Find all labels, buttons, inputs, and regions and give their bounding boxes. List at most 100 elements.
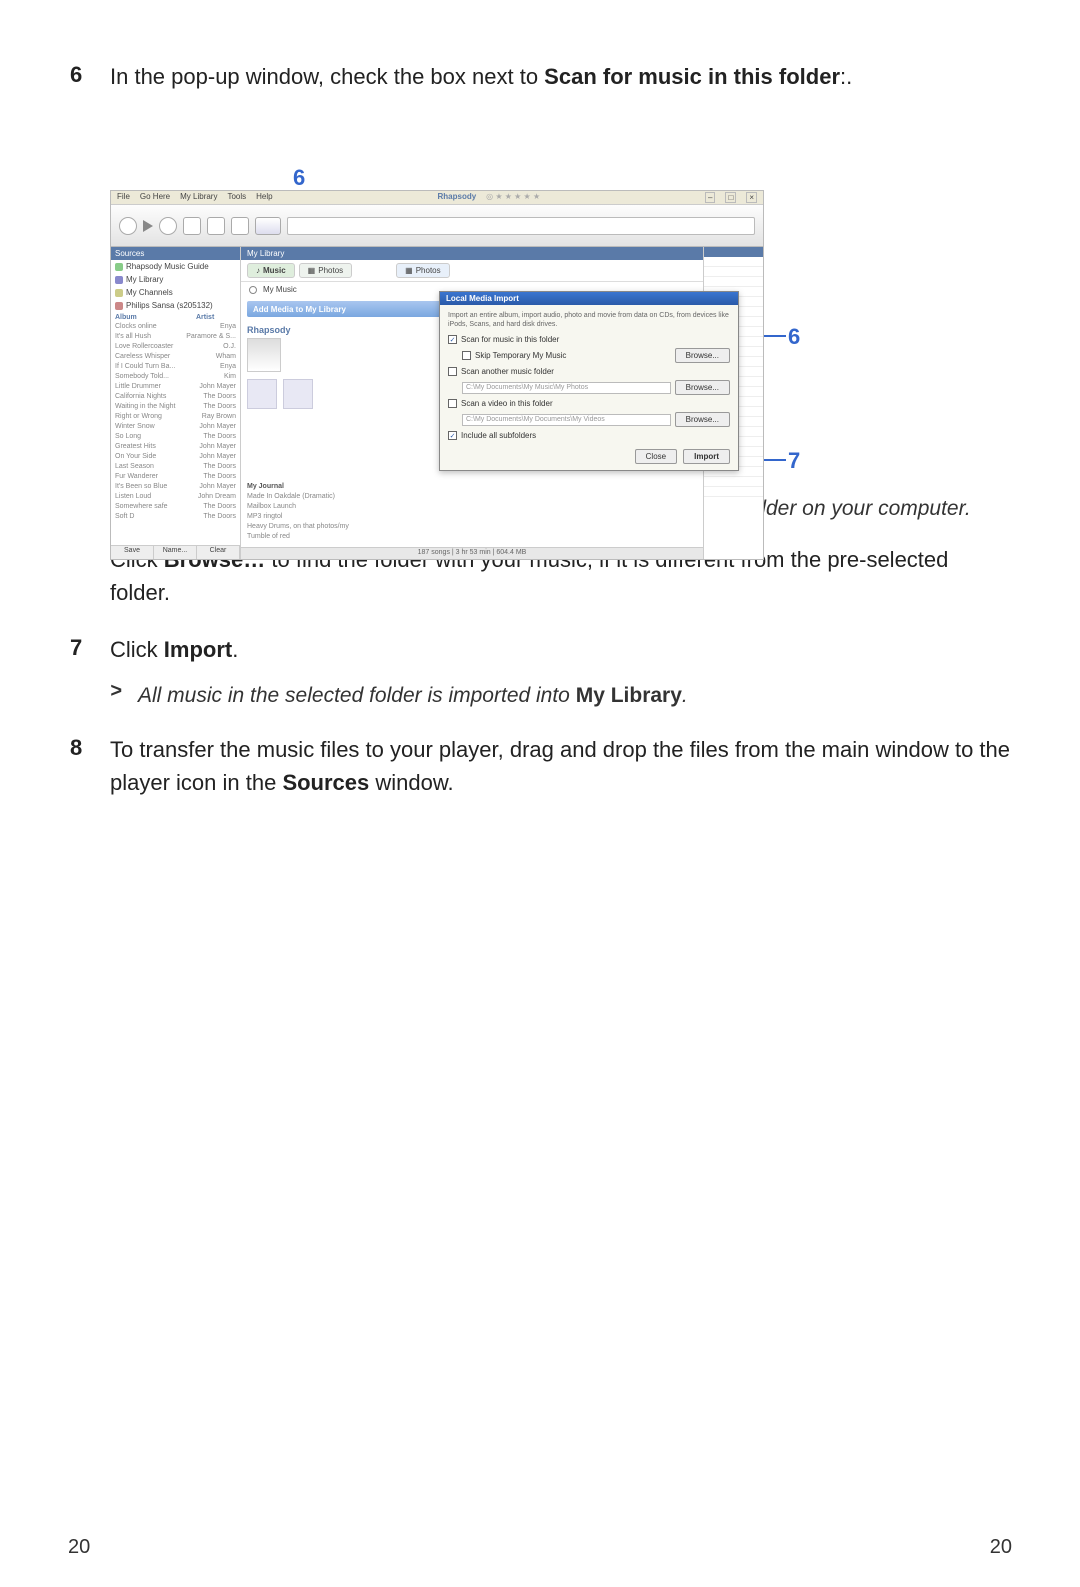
path-input-3[interactable]: C:\My Documents\My Documents\My Videos [462, 414, 671, 426]
menu-help[interactable]: Help [256, 192, 272, 203]
step8-bold: Sources [282, 770, 369, 795]
sub7a-post: . [682, 684, 688, 707]
toolbar [111, 205, 763, 247]
play-button[interactable] [143, 220, 153, 232]
next-button[interactable] [159, 217, 177, 235]
sub6a-post: folder on your computer. [738, 497, 971, 520]
photos-icon-2: ▦ [405, 266, 413, 275]
menu-file[interactable]: File [117, 192, 130, 203]
browse-button-3[interactable]: Browse... [675, 412, 730, 427]
radio-icon[interactable] [249, 286, 257, 294]
sub7a-pre: All music in the selected folder is impo… [138, 684, 576, 707]
step7-pre: Click [110, 637, 164, 662]
step8-post: window. [369, 770, 453, 795]
step7-post: . [232, 637, 238, 662]
opt1-label: Scan for music in this folder [461, 335, 559, 344]
subtab-mymusic[interactable]: My Music [263, 285, 297, 294]
local-media-import-popup: Local Media Import Import an entire albu… [439, 291, 739, 471]
brand-label: Rhapsody [438, 192, 477, 203]
sidebit-2 [283, 379, 313, 409]
source-mychannels[interactable]: My Channels [111, 286, 240, 299]
center-status-bar: 187 songs | 3 hr 53 min | 604.4 MB [241, 547, 703, 559]
source-guide[interactable]: Rhapsody Music Guide [111, 260, 240, 273]
rhapsody-screenshot: File Go Here My Library Tools Help Rhaps… [110, 190, 764, 560]
browse-button-1[interactable]: Browse... [675, 348, 730, 363]
pointer-6-label: 6 [788, 324, 800, 349]
step-8-text: To transfer the music files to your play… [110, 733, 1010, 799]
checkbox-scan-another[interactable] [448, 367, 457, 376]
artwork-thumb [247, 338, 281, 372]
sources-tracklist: AlbumArtist Clocks onlineEnya It's all H… [111, 312, 240, 545]
center-lower: My Journal Made In Oakdale (Dramatic) Ma… [241, 479, 703, 547]
pointer-7: 7 [788, 448, 800, 474]
sources-header: Sources [111, 247, 240, 260]
step-6-text: In the pop-up window, check the box next… [110, 60, 1010, 93]
equalizer-button[interactable] [255, 217, 281, 235]
sidebit-1 [247, 379, 277, 409]
checkbox-skip-temp[interactable] [462, 351, 471, 360]
step-number-8: 8 [70, 733, 110, 764]
opt-scan-this-folder[interactable]: Scan for music in this folder [448, 335, 730, 344]
sub-text-7a: All music in the selected folder is impo… [138, 680, 1010, 712]
sources-clear-button[interactable]: Clear [197, 546, 240, 559]
page-number-right: 20 [990, 1536, 1012, 1559]
step-6-pre: In the pop-up window, check the box next… [110, 64, 544, 89]
path-input-2[interactable]: C:\My Documents\My Music\My Photos [462, 382, 671, 394]
sources-name-button[interactable]: Name... [154, 546, 197, 559]
add-media-label: Add Media to My Library [253, 305, 346, 314]
tab-photos-right[interactable]: ▦Photos [396, 263, 449, 278]
pointer-6: 6 [788, 324, 800, 350]
prev-button[interactable] [119, 217, 137, 235]
sources-pane: Sources Rhapsody Music Guide My Library … [111, 247, 241, 559]
search-input[interactable] [287, 217, 755, 235]
lower-line-1: Made In Oakdale (Dramatic) [247, 493, 697, 503]
import-button[interactable]: Import [683, 449, 730, 464]
menu-tools[interactable]: Tools [227, 192, 246, 203]
shuffle-button[interactable] [231, 217, 249, 235]
checkbox-scan-this-folder[interactable] [448, 335, 457, 344]
step-number-7: 7 [70, 633, 110, 664]
source-mylibrary[interactable]: My Library [111, 273, 240, 286]
window-min-icon[interactable]: – [705, 192, 715, 203]
menubar: File Go Here My Library Tools Help Rhaps… [111, 191, 763, 205]
source-player[interactable]: Philips Sansa (s205132) [111, 299, 240, 312]
browse-button-2[interactable]: Browse... [675, 380, 730, 395]
pointer-7-label: 7 [788, 448, 800, 473]
opt2-label: Scan another music folder [461, 367, 554, 376]
tab-photos[interactable]: ▦Photos [299, 263, 352, 278]
music-icon: ♪ [256, 266, 260, 275]
lower-line-5: Tumble of red [247, 533, 697, 543]
popup-title: Local Media Import [440, 292, 738, 305]
menu-gohere[interactable]: Go Here [140, 192, 170, 203]
center-header: My Library [241, 247, 703, 260]
menu-mylibrary[interactable]: My Library [180, 192, 217, 203]
lower-line-2: Mailbox Launch [247, 503, 697, 513]
lower-line-4: Heavy Drums, on that photos/my [247, 523, 697, 533]
callout-number-6: 6 [293, 165, 305, 191]
step-number-6: 6 [70, 60, 110, 91]
opt4-label: Include all subfolders [461, 431, 536, 440]
opt-include-subfolders[interactable]: Include all subfolders [448, 431, 730, 440]
lower-line-3: MP3 ringtol [247, 513, 697, 523]
step-7-text: Click Import. [110, 633, 1010, 666]
window-close-icon[interactable]: × [746, 192, 757, 203]
center-tabs: ♪Music ▦Photos ▦Photos [241, 260, 703, 282]
sources-save-button[interactable]: Save [111, 546, 154, 559]
window-max-icon[interactable]: □ [725, 192, 736, 203]
stop-button[interactable] [183, 217, 201, 235]
opt-scan-video-folder[interactable]: Scan a video in this folder [448, 399, 730, 408]
lower-heading: My Journal [247, 483, 697, 493]
step8-pre: To transfer the music files to your play… [110, 737, 1010, 795]
popup-description: Import an entire album, import audio, ph… [448, 311, 730, 329]
close-button[interactable]: Close [635, 449, 677, 464]
sources-footer: Save Name... Clear [111, 545, 240, 559]
tab-music[interactable]: ♪Music [247, 263, 295, 278]
checkbox-subfolders[interactable] [448, 431, 457, 440]
opt-scan-another-folder[interactable]: Scan another music folder [448, 367, 730, 376]
opt1-sub-label: Skip Temporary My Music [475, 351, 566, 360]
checkbox-scan-video[interactable] [448, 399, 457, 408]
opt3-label: Scan a video in this folder [461, 399, 553, 408]
repeat-button[interactable] [207, 217, 225, 235]
step-6-post: :. [840, 64, 852, 89]
sub7a-bold: My Library [576, 684, 682, 707]
